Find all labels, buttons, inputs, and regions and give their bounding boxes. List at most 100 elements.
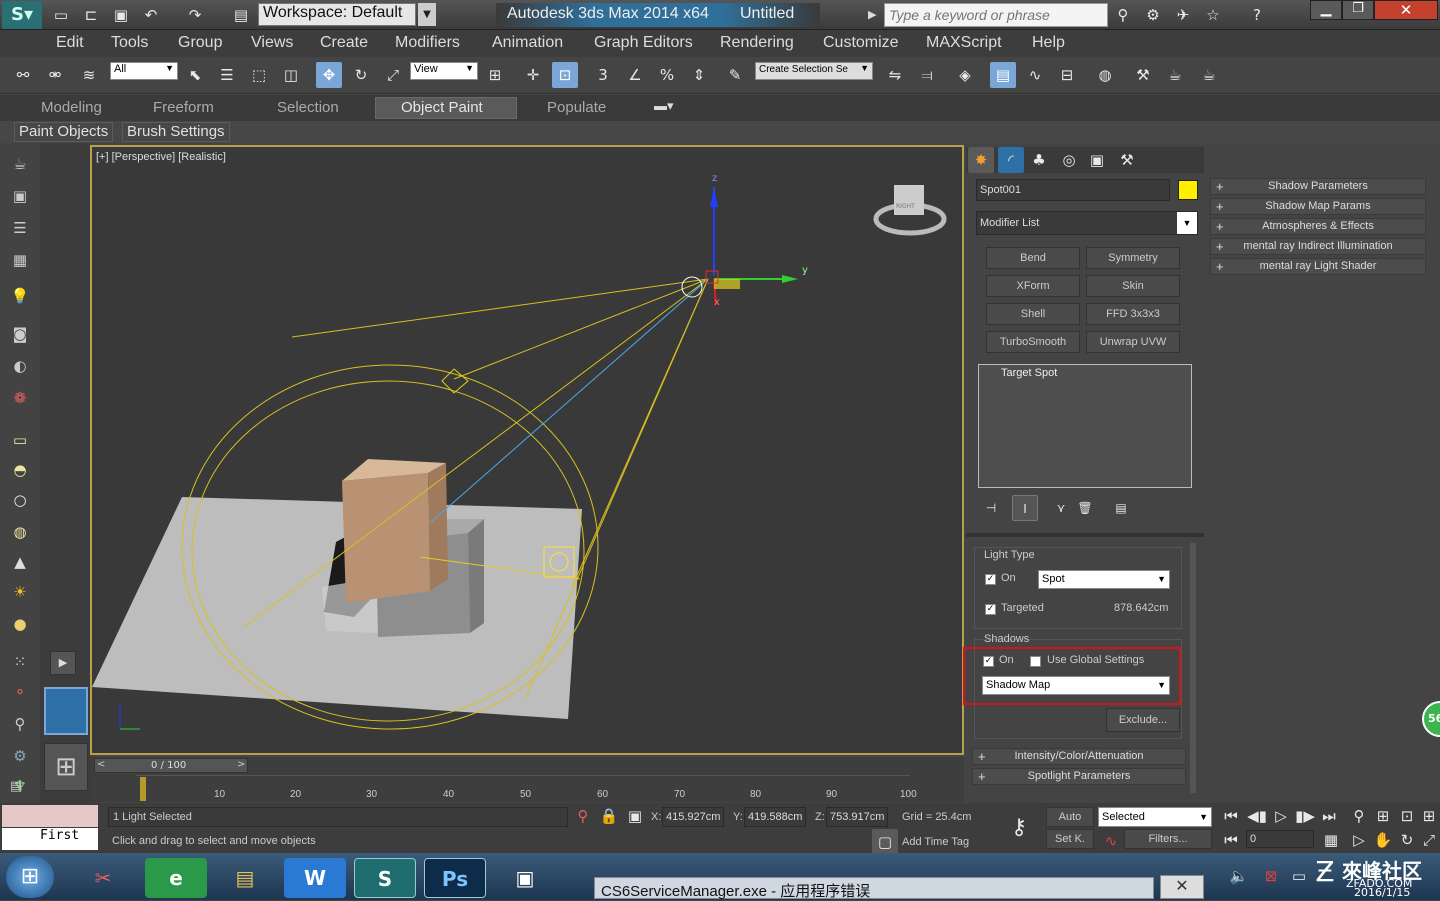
- subtab-paint-objects[interactable]: Paint Objects: [14, 122, 114, 142]
- object-name-field[interactable]: Spot001: [976, 179, 1170, 201]
- rollout-mr-indirect[interactable]: + mental ray Indirect Illumination: [1210, 238, 1426, 255]
- maximize-button[interactable]: ❐: [1342, 0, 1374, 20]
- prev-frame-icon[interactable]: <: [97, 759, 105, 770]
- error-close-button[interactable]: ✕: [1160, 875, 1204, 899]
- helper-icon[interactable]: ⚲: [8, 715, 32, 737]
- modifier-button-skin[interactable]: Skin: [1086, 275, 1180, 297]
- rotate-icon[interactable]: ↻: [348, 62, 374, 88]
- favorites-star-icon[interactable]: ☆: [1200, 2, 1226, 28]
- disc-icon[interactable]: ●: [8, 615, 32, 637]
- selection-filter-dropdown[interactable]: All ▼: [110, 62, 178, 80]
- transform-mode-icon[interactable]: ▣: [622, 803, 648, 829]
- next-frame-icon[interactable]: ▮▶: [1292, 803, 1318, 829]
- maxscript-mini-listener-pink[interactable]: [2, 805, 98, 827]
- spinner-snap-icon[interactable]: ⇕: [686, 62, 712, 88]
- geosphere-icon[interactable]: ◍: [8, 523, 32, 545]
- taskbar-snipping-tool-icon[interactable]: ✂: [72, 858, 134, 898]
- remove-modifier-icon[interactable]: 🗑: [1072, 495, 1098, 521]
- hierarchy-tab-icon[interactable]: ♣: [1026, 147, 1052, 173]
- help-icon[interactable]: ?: [1244, 2, 1270, 28]
- auto-key-button[interactable]: Auto: [1046, 807, 1094, 827]
- key-mode-icon[interactable]: ⏮: [1218, 827, 1244, 853]
- quad-viewport-layout-icon[interactable]: ⊞: [44, 743, 88, 791]
- mini-curve-editor-icon[interactable]: ▤: [10, 779, 34, 797]
- dome-icon[interactable]: ◓: [8, 461, 32, 483]
- shadows-on-checkbox[interactable]: ✓: [983, 656, 994, 667]
- single-viewport-layout-icon[interactable]: [44, 687, 88, 735]
- teapot-icon[interactable]: ☕: [8, 155, 32, 177]
- mirror-icon[interactable]: ⇋: [882, 62, 908, 88]
- set-key-icon[interactable]: ⚷: [1006, 815, 1032, 841]
- viewcube-label[interactable]: RIGHT: [896, 203, 915, 210]
- subtab-brush-settings[interactable]: Brush Settings: [122, 122, 230, 142]
- light-type-dropdown[interactable]: Spot ▼: [1038, 570, 1170, 589]
- scale-icon[interactable]: ⤢: [380, 62, 406, 88]
- key-filter-dropdown[interactable]: Selected ▼: [1098, 807, 1212, 827]
- binoculars-icon[interactable]: ⚲: [1110, 2, 1136, 28]
- start-button[interactable]: ⊞: [6, 856, 54, 898]
- taskbar-3dsmax-icon[interactable]: S: [354, 858, 416, 898]
- modifier-button-symmetry[interactable]: Symmetry: [1086, 247, 1180, 269]
- rollout-shadow-parameters[interactable]: + Shadow Parameters: [1210, 178, 1426, 195]
- time-tag-icon[interactable]: ▢: [872, 829, 898, 855]
- time-slider[interactable]: < 0 / 100 >: [94, 758, 248, 773]
- go-to-end-icon[interactable]: ⏭: [1316, 803, 1342, 829]
- percent-snap-icon[interactable]: %: [654, 62, 680, 88]
- sound-icon[interactable]: ◐: [8, 357, 32, 379]
- ribbon-options-icon[interactable]: ▬▾: [654, 98, 674, 114]
- molecule-icon[interactable]: ⚬: [8, 683, 32, 705]
- y-coordinate[interactable]: 419.588cm: [744, 807, 806, 827]
- field-of-view-icon[interactable]: ▷: [1346, 827, 1372, 853]
- modifier-button-xform[interactable]: XForm: [986, 275, 1080, 297]
- subscription-icon[interactable]: ⚙: [1140, 2, 1166, 28]
- taskbar-photoshop-icon[interactable]: Ps: [424, 858, 486, 898]
- previous-frame-icon[interactable]: ◀▮: [1244, 803, 1270, 829]
- go-to-start-icon[interactable]: ⏮: [1218, 803, 1244, 829]
- taskbar-ie-icon[interactable]: e: [145, 858, 207, 898]
- bind-spacewarp-icon[interactable]: ≋: [76, 62, 102, 88]
- ribbon-tab-object-paint[interactable]: Object Paint: [401, 99, 483, 116]
- link-icon[interactable]: ⚯: [10, 62, 36, 88]
- sun-icon[interactable]: ☀: [8, 583, 32, 605]
- modify-tab-icon[interactable]: ◜: [998, 147, 1024, 173]
- menu-views[interactable]: Views: [251, 34, 293, 52]
- zoom-all-icon[interactable]: ⊞: [1370, 803, 1396, 829]
- select-manipulate-icon[interactable]: ✛: [520, 62, 546, 88]
- ribbon-tab-freeform[interactable]: Freeform: [153, 99, 214, 116]
- save-icon[interactable]: ▣: [108, 2, 134, 28]
- light-on-checkbox[interactable]: ✓: [985, 574, 996, 585]
- display-tab-icon[interactable]: ▣: [1084, 147, 1110, 173]
- menu-rendering[interactable]: Rendering: [720, 34, 794, 52]
- taskbar-window-button[interactable]: CS6ServiceManager.exe - 应用程序错误: [594, 877, 1154, 900]
- cone-icon[interactable]: ▲: [8, 553, 32, 575]
- zoom-icon[interactable]: ⚲: [1346, 803, 1372, 829]
- menu-group[interactable]: Group: [178, 34, 222, 52]
- move-icon[interactable]: ✥: [316, 62, 342, 88]
- unlink-icon[interactable]: ⚮: [42, 62, 68, 88]
- angle-snap-icon[interactable]: ∠: [622, 62, 648, 88]
- z-coordinate[interactable]: 753.917cm: [826, 807, 888, 827]
- menu-modifiers[interactable]: Modifiers: [395, 34, 460, 52]
- exclude-button[interactable]: Exclude...: [1106, 708, 1180, 732]
- taskbar-wps-icon[interactable]: W: [284, 858, 346, 898]
- keyboard-shortcut-override-icon[interactable]: ⊡: [552, 62, 578, 88]
- stack-item-target-spot[interactable]: Target Spot: [1001, 367, 1057, 379]
- workspace-dropdown[interactable]: Workspace: Default: [258, 3, 416, 26]
- material-editor-icon[interactable]: ◍: [1092, 62, 1118, 88]
- menu-graph-editors[interactable]: Graph Editors: [594, 34, 693, 52]
- command-panel-scrollbar[interactable]: [1190, 543, 1196, 793]
- pan-icon[interactable]: ✋: [1370, 827, 1396, 853]
- schematic-view-icon[interactable]: ⊟: [1054, 62, 1080, 88]
- reference-coordinate-dropdown[interactable]: View ▼: [410, 62, 478, 80]
- time-config-icon[interactable]: ▦: [1318, 827, 1344, 853]
- current-frame-field[interactable]: 0: [1246, 830, 1314, 848]
- set-key-button[interactable]: Set K.: [1046, 829, 1094, 849]
- create-tab-icon[interactable]: ✸: [968, 147, 994, 173]
- default-in-out-tangent-icon[interactable]: ∿: [1098, 828, 1124, 854]
- configure-sets-icon[interactable]: ▤: [1108, 495, 1134, 521]
- zoom-extents-all-icon[interactable]: ⊞: [1416, 803, 1440, 829]
- perspective-viewport[interactable]: [+] [Perspective] [Realistic] z y x RIGH…: [90, 145, 964, 755]
- modifier-button-unwrap[interactable]: Unwrap UVW: [1086, 331, 1180, 353]
- render-production-icon[interactable]: ☕: [1196, 62, 1222, 88]
- filters-button[interactable]: Filters...: [1124, 829, 1212, 849]
